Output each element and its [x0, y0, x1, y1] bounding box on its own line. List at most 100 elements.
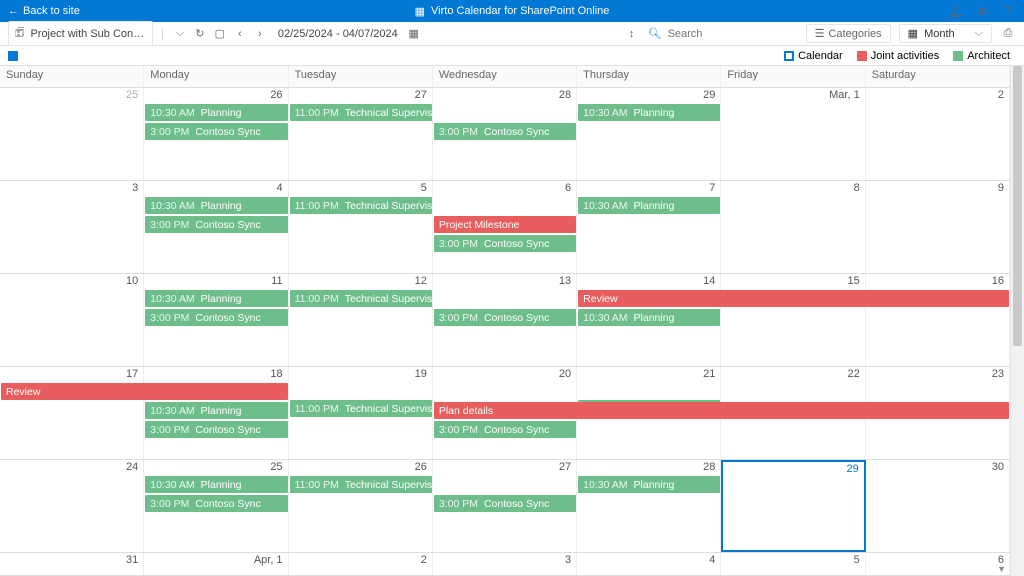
day-cell[interactable]: 2	[289, 553, 433, 575]
calendar-event[interactable]: 10:30 AMPlanning	[145, 476, 287, 493]
calendar-event[interactable]: 3:00 PMContoso Sync	[434, 495, 576, 512]
scrollbar-thumb[interactable]	[1013, 66, 1022, 346]
event-row: 10:30 AMPlanning Plan details	[0, 402, 1010, 420]
calendar-event[interactable]: 11:00 PMTechnical Supervision	[290, 476, 432, 493]
day-cell[interactable]: 3	[433, 553, 577, 575]
event-slot	[0, 216, 144, 234]
event-slot	[866, 421, 1010, 439]
calendar-event[interactable]: 10:30 AMPlanning	[578, 309, 720, 326]
event-time: 3:00 PM	[439, 312, 478, 324]
event-time: 10:30 AM	[150, 405, 194, 417]
legend-calendar[interactable]: Calendar	[778, 50, 849, 62]
day-number: 8	[854, 182, 860, 194]
calendar-event[interactable]: 3:00 PM Contoso Sync	[145, 123, 287, 140]
next-icon[interactable]: ›	[252, 26, 268, 42]
legend-joint[interactable]: Joint activities	[851, 50, 945, 62]
calendar-event[interactable]: 11:00 PMTechnical Supervision	[290, 104, 432, 121]
day-cell[interactable]: 5	[721, 553, 865, 575]
event-slot	[866, 309, 1010, 327]
event-slot	[866, 104, 1010, 122]
print-icon[interactable]: ⎙	[1000, 26, 1016, 42]
event-time: 3:00 PM	[150, 126, 189, 138]
calendar-event[interactable]: 3:00 PMContoso Sync	[434, 421, 576, 438]
event-slot	[289, 402, 433, 420]
event-title: Planning	[634, 312, 675, 324]
calendar-event[interactable]: Review	[578, 290, 1009, 307]
event-slot	[866, 476, 1010, 494]
legend-architect[interactable]: Architect	[947, 50, 1016, 62]
search-input[interactable]	[668, 28, 768, 40]
event-slot	[866, 235, 1010, 253]
event-title: Technical Supervision	[345, 107, 432, 119]
day-number: Mar, 1	[829, 89, 860, 101]
event-time: 3:00 PM	[150, 424, 189, 436]
back-link[interactable]: ← Back to site	[8, 5, 80, 17]
calendar-event[interactable]: 3:00 PMContoso Sync	[145, 216, 287, 233]
calendar-icon: ▦	[415, 5, 425, 18]
categories-button[interactable]: ☰ Categories	[806, 24, 891, 43]
day-number: 14	[703, 275, 715, 287]
day-header: Monday	[144, 66, 288, 87]
calendar-event[interactable]: 11:00 PMTechnical Supervision	[290, 290, 432, 307]
project-selector[interactable]: 🗊 Project with Sub Contra...	[8, 21, 153, 46]
day-number: 21	[703, 368, 715, 380]
view-selector[interactable]: ▦ Month ⌵	[899, 24, 992, 43]
week-row: 17181920212223Review11:00 PMTechnical Su…	[0, 367, 1010, 460]
event-row: 3:00 PMContoso Sync 3:00 PMContoso Sync	[0, 495, 1010, 513]
date-picker-icon[interactable]: ▦	[406, 26, 422, 42]
event-row: 10:30 AMPlanning11:00 PMTechnical Superv…	[0, 197, 1010, 215]
bell-icon[interactable]: 🔔︎	[948, 3, 964, 19]
event-time: 11:00 PM	[295, 293, 339, 305]
day-headers: SundayMondayTuesdayWednesdayThursdayFrid…	[0, 66, 1010, 88]
date-range: 02/25/2024 - 04/07/2024	[278, 28, 398, 40]
event-slot	[0, 476, 144, 494]
day-cell[interactable]: Apr, 1	[144, 553, 288, 575]
calendar-event[interactable]: 3:00 PMContoso Sync	[434, 123, 576, 140]
calendar-event[interactable]: 3:00 PM Contoso Sync	[434, 309, 576, 326]
updown-icon[interactable]: ↕	[624, 26, 640, 42]
search-box[interactable]: 🔍︎	[648, 27, 798, 40]
scrollbar[interactable]	[1010, 66, 1024, 576]
refresh-icon[interactable]: ↻	[192, 26, 208, 42]
gear-icon[interactable]: ⚙	[974, 3, 990, 19]
event-row: 10:30 AMPlanning11:00 PMTechnical Superv…	[0, 104, 1010, 122]
calendar-event[interactable]: 10:30 AMPlanning	[578, 104, 720, 121]
event-title: Contoso Sync	[484, 312, 549, 324]
prev-icon[interactable]: ‹	[232, 26, 248, 42]
calendar-event[interactable]: 10:30 AMPlanning	[145, 197, 287, 214]
calendar-event[interactable]: 3:00 PMContoso Sync	[145, 495, 287, 512]
event-title: Contoso Sync	[195, 126, 260, 138]
day-cell[interactable]: 31	[0, 553, 144, 575]
calendar-event[interactable]: Review	[1, 383, 288, 400]
calendar-event[interactable]: Plan details	[434, 402, 1009, 419]
calendar-event[interactable]: 3:00 PMContoso Sync	[145, 421, 287, 438]
calendar-event[interactable]: 10:30 AMPlanning	[145, 402, 287, 419]
day-number: 24	[126, 461, 138, 473]
legend-label: Architect	[967, 50, 1010, 62]
weeks-container[interactable]: 2526272829Mar, 1210:30 AMPlanning11:00 P…	[0, 88, 1010, 576]
calendar-event[interactable]: 3:00 PMContoso Sync	[145, 309, 287, 326]
event-title: Planning	[201, 200, 242, 212]
day-number: 29	[846, 463, 858, 475]
help-icon[interactable]: ?	[1000, 3, 1016, 19]
event-time: 10:30 AM	[583, 479, 627, 491]
calendar-event[interactable]: 10:30 AMPlanning	[145, 290, 287, 307]
event-slot	[0, 197, 144, 215]
event-title: Contoso Sync	[195, 498, 260, 510]
today-icon[interactable]: ▢	[212, 26, 228, 42]
calendar-event[interactable]: 10:30 AMPlanning	[578, 197, 720, 214]
project-name: Project with Sub Contra...	[30, 28, 146, 40]
event-slot	[289, 421, 433, 439]
chevron-down-icon[interactable]: ⌵	[172, 26, 188, 42]
calendar-event[interactable]: 11:00 PMTechnical Supervision	[290, 197, 432, 214]
calendar-event[interactable]: 3:00 PMContoso Sync	[434, 235, 576, 252]
calendar-event[interactable]: Project Milestone	[434, 216, 576, 233]
day-cell[interactable]: 6	[866, 553, 1010, 575]
calendar-event[interactable]: 10:30 AMPlanning	[578, 476, 720, 493]
calendar-event[interactable]: 10:30 AMPlanning	[145, 104, 287, 121]
select-all-toggle[interactable]	[8, 51, 18, 61]
day-cell[interactable]: 4	[577, 553, 721, 575]
day-number: 25	[270, 461, 282, 473]
expand-arrow-icon[interactable]: ▼	[997, 564, 1006, 574]
day-number: 15	[847, 275, 859, 287]
